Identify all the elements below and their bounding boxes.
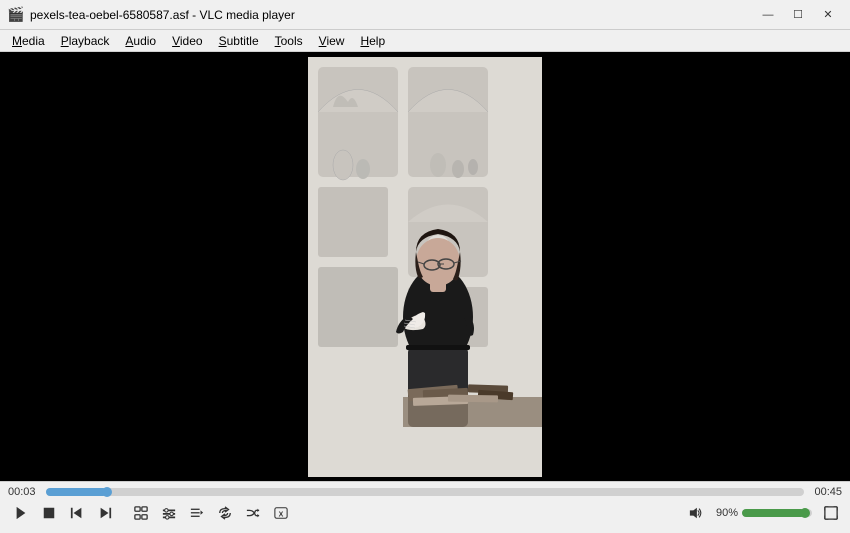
random-icon bbox=[246, 506, 260, 520]
play-button[interactable] bbox=[8, 502, 34, 524]
next-button[interactable] bbox=[92, 502, 118, 524]
extended-button[interactable] bbox=[156, 502, 182, 524]
fullscreen-button[interactable] bbox=[820, 502, 842, 524]
progress-row: 00:03 00:45 bbox=[0, 482, 850, 500]
extended-icon bbox=[162, 506, 176, 520]
fullscreen-small-button[interactable] bbox=[128, 502, 154, 524]
menu-help-label: Help bbox=[360, 34, 385, 48]
volume-button[interactable] bbox=[686, 502, 706, 524]
play-icon bbox=[14, 506, 28, 520]
video-area bbox=[0, 52, 850, 481]
menu-playback[interactable]: Playback bbox=[53, 30, 118, 51]
minimize-button[interactable]: — bbox=[754, 5, 782, 25]
previous-icon bbox=[70, 506, 84, 520]
window-controls: — ☐ ✕ bbox=[754, 5, 842, 25]
menu-video[interactable]: Video bbox=[164, 30, 210, 51]
progress-bar[interactable] bbox=[46, 488, 804, 496]
menu-audio[interactable]: Audio bbox=[117, 30, 164, 51]
menu-playback-label: Playback bbox=[61, 34, 110, 48]
buttons-row: X 90% bbox=[0, 500, 850, 526]
fullscreen-icon bbox=[134, 506, 148, 520]
total-time: 00:45 bbox=[810, 486, 842, 498]
menu-audio-label: Audio bbox=[125, 34, 156, 48]
menu-tools[interactable]: Tools bbox=[267, 30, 311, 51]
progress-fill bbox=[46, 488, 107, 496]
random-button[interactable] bbox=[240, 502, 266, 524]
playlist-icon bbox=[190, 506, 204, 520]
menu-help[interactable]: Help bbox=[352, 30, 393, 51]
progress-handle bbox=[102, 487, 112, 497]
video-svg bbox=[308, 57, 542, 477]
menu-media[interactable]: Media bbox=[4, 30, 53, 51]
menu-subtitle[interactable]: Subtitle bbox=[211, 30, 267, 51]
menu-media-label: Media bbox=[12, 34, 45, 48]
current-time: 00:03 bbox=[8, 486, 40, 498]
playlist-button[interactable] bbox=[184, 502, 210, 524]
menu-view[interactable]: View bbox=[311, 30, 353, 51]
menu-video-label: Video bbox=[172, 34, 202, 48]
volume-handle bbox=[800, 508, 810, 518]
menu-bar: Media Playback Audio Video Subtitle Tool… bbox=[0, 30, 850, 52]
menu-subtitle-label: Subtitle bbox=[219, 34, 259, 48]
svg-text:X: X bbox=[279, 512, 284, 519]
volume-fill bbox=[742, 509, 805, 517]
stop-button[interactable] bbox=[36, 502, 62, 524]
menu-view-label: View bbox=[319, 34, 345, 48]
previous-button[interactable] bbox=[64, 502, 90, 524]
volume-area: 90% bbox=[686, 502, 842, 524]
x-icon: X bbox=[274, 506, 288, 520]
close-button[interactable]: ✕ bbox=[814, 5, 842, 25]
window-title: pexels-tea-oebel-6580587.asf - VLC media… bbox=[30, 8, 754, 22]
stop-icon bbox=[42, 506, 56, 520]
menu-tools-label: Tools bbox=[275, 34, 303, 48]
volume-label: 90% bbox=[710, 507, 738, 519]
loop-button[interactable] bbox=[212, 502, 238, 524]
vlc-icon: 🎬 bbox=[8, 7, 24, 23]
x-button[interactable]: X bbox=[268, 502, 294, 524]
controls-bar: 00:03 00:45 bbox=[0, 481, 850, 533]
fullscreen-btn-icon bbox=[824, 506, 838, 520]
volume-icon bbox=[689, 506, 703, 520]
title-bar: 🎬 pexels-tea-oebel-6580587.asf - VLC med… bbox=[0, 0, 850, 30]
next-icon bbox=[98, 506, 112, 520]
video-content bbox=[0, 52, 850, 481]
loop-icon bbox=[218, 506, 232, 520]
maximize-button[interactable]: ☐ bbox=[784, 5, 812, 25]
volume-slider[interactable] bbox=[742, 509, 812, 517]
video-frame bbox=[308, 57, 542, 477]
